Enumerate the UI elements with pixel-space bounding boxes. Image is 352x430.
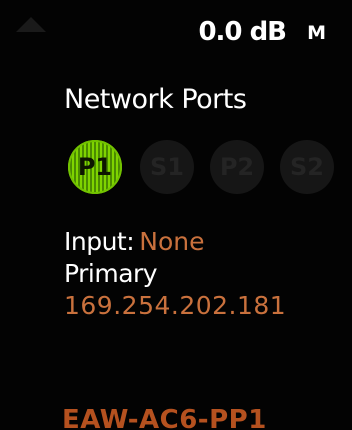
network-icon [16, 17, 46, 32]
page-title: Network Ports [64, 84, 247, 115]
input-row: Input: None [64, 228, 205, 256]
port-s2-button[interactable]: S2 [280, 140, 334, 194]
device-name: EAW-AC6-PP1 [62, 405, 267, 430]
input-label: Input: [64, 227, 135, 256]
mode-badge: M [307, 22, 326, 44]
ip-address: 169.254.202.181 [64, 291, 287, 320]
port-selector: P1 S1 P2 S2 [68, 140, 348, 196]
port-s1-button[interactable]: S1 [140, 140, 194, 194]
port-p2-button[interactable]: P2 [210, 140, 264, 194]
port-p1-button[interactable]: P1 [68, 140, 122, 194]
primary-label: Primary [64, 259, 158, 288]
input-value: None [139, 227, 205, 256]
level-readout: 0.0 dB [198, 17, 287, 47]
device-screen: 0.0 dB M Network Ports P1 S1 P2 S2 Input… [0, 0, 352, 430]
